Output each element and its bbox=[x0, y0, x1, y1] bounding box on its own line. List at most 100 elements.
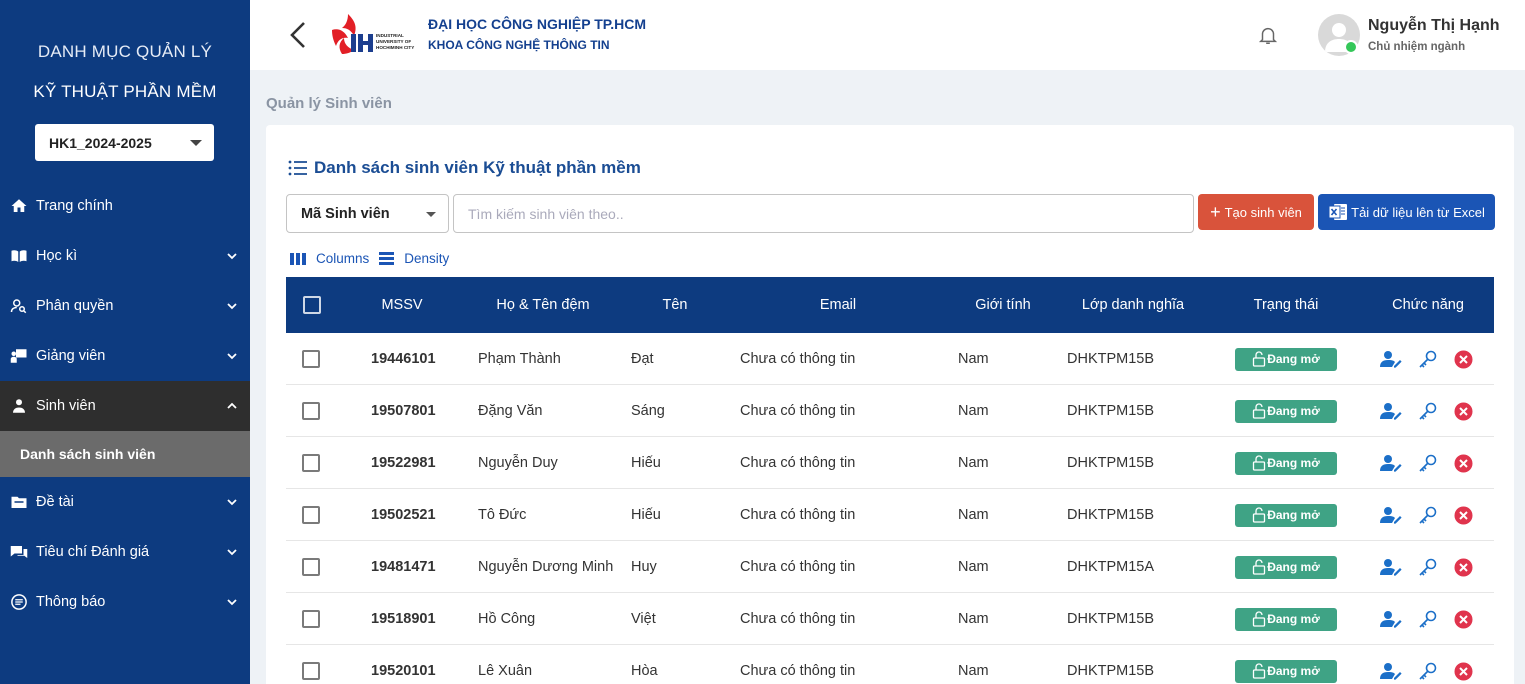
student-list-card: Danh sách sinh viên Kỹ thuật phần mềm Mã… bbox=[266, 125, 1514, 684]
plus-icon: + bbox=[1210, 202, 1221, 222]
column-header[interactable]: Giới tính bbox=[958, 277, 1048, 333]
svg-text:HOCHIMINH CITY: HOCHIMINH CITY bbox=[376, 45, 414, 50]
sidebar-item-label: Học kì bbox=[36, 248, 78, 264]
ten-cell: Việt bbox=[631, 611, 656, 627]
folder-icon bbox=[10, 493, 28, 511]
user-name[interactable]: Nguyễn Thị Hạnh bbox=[1368, 17, 1500, 35]
delete-icon[interactable] bbox=[1452, 556, 1474, 578]
sidebar-item-giang-vien[interactable]: Giảng viên bbox=[0, 331, 250, 381]
delete-icon[interactable] bbox=[1452, 608, 1474, 630]
status-cell: Đang mở bbox=[1235, 645, 1337, 684]
sidebar-item-trang-chinh[interactable]: Trang chính bbox=[0, 181, 250, 231]
delete-icon[interactable] bbox=[1452, 504, 1474, 526]
actions-cell bbox=[1380, 437, 1474, 489]
ho-ten-dem-cell: Nguyễn Duy bbox=[478, 455, 558, 471]
row-checkbox[interactable] bbox=[302, 350, 320, 368]
actions-cell bbox=[1380, 593, 1474, 645]
edit-user-icon[interactable] bbox=[1380, 608, 1402, 630]
sidebar-item-label: Thông báo bbox=[36, 594, 106, 610]
key-icon[interactable] bbox=[1417, 452, 1439, 474]
column-header[interactable]: Trạng thái bbox=[1226, 277, 1346, 333]
user-search-icon bbox=[10, 297, 28, 315]
status-badge[interactable]: Đang mở bbox=[1235, 607, 1337, 631]
sidebar-title-line2: KỸ THUẬT PHẦN MỀM bbox=[33, 82, 217, 101]
back-arrow-icon[interactable] bbox=[286, 20, 310, 50]
search-field-select[interactable]: Mã Sinh viên bbox=[286, 194, 449, 233]
column-header[interactable]: Email bbox=[760, 277, 916, 333]
status-label: Đang mở bbox=[1267, 352, 1320, 366]
delete-icon[interactable] bbox=[1452, 660, 1474, 682]
gioi-tinh-cell: Nam bbox=[958, 611, 989, 627]
sidebar-item-hoc-ki[interactable]: Học kì bbox=[0, 231, 250, 281]
edit-user-icon[interactable] bbox=[1380, 504, 1402, 526]
row-checkbox[interactable] bbox=[302, 506, 320, 524]
status-badge[interactable]: Đang mở bbox=[1235, 399, 1337, 423]
row-checkbox[interactable] bbox=[302, 454, 320, 472]
edit-user-icon[interactable] bbox=[1380, 348, 1402, 370]
delete-icon[interactable] bbox=[1452, 400, 1474, 422]
row-checkbox[interactable] bbox=[302, 402, 320, 420]
sidebar-item-phan-quyen[interactable]: Phân quyền bbox=[0, 281, 250, 331]
key-icon[interactable] bbox=[1417, 504, 1439, 526]
status-badge[interactable]: Đang mở bbox=[1235, 503, 1337, 527]
key-icon[interactable] bbox=[1417, 348, 1439, 370]
actions-cell bbox=[1380, 645, 1474, 684]
row-checkbox[interactable] bbox=[302, 558, 320, 576]
status-badge[interactable]: Đang mở bbox=[1235, 347, 1337, 371]
unlock-icon bbox=[1253, 611, 1266, 627]
chevron-down-icon bbox=[227, 599, 237, 606]
list-icon bbox=[288, 160, 307, 176]
column-header[interactable]: MSSV bbox=[362, 277, 442, 333]
column-header[interactable]: Lớp danh nghĩa bbox=[1066, 277, 1200, 333]
upload-excel-button[interactable]: Tải dữ liệu lên từ Excel bbox=[1318, 194, 1495, 230]
edit-user-icon[interactable] bbox=[1380, 400, 1402, 422]
status-badge[interactable]: Đang mở bbox=[1235, 451, 1337, 475]
lop-cell: DHKTPM15B bbox=[1067, 403, 1155, 419]
table-header: MSSV Họ & Tên đệm Tên Email Giới tính Lớ… bbox=[286, 277, 1494, 333]
ho-ten-dem-cell: Phạm Thành bbox=[478, 351, 561, 367]
row-checkbox[interactable] bbox=[302, 610, 320, 628]
row-checkbox[interactable] bbox=[302, 662, 320, 680]
email-cell: Chưa có thông tin bbox=[740, 455, 856, 471]
key-icon[interactable] bbox=[1417, 556, 1439, 578]
key-icon[interactable] bbox=[1417, 660, 1439, 682]
sidebar-item-thong-bao[interactable]: Thông báo bbox=[0, 577, 250, 627]
bell-icon[interactable] bbox=[1257, 24, 1279, 46]
page-title: Danh sách sinh viên Kỹ thuật phần mềm bbox=[288, 158, 641, 178]
row-select-cell bbox=[302, 333, 320, 385]
status-badge[interactable]: Đang mở bbox=[1235, 555, 1337, 579]
columns-button[interactable]: Columns bbox=[290, 251, 369, 266]
column-header[interactable]: Họ & Tên đệm bbox=[468, 277, 618, 333]
edit-user-icon[interactable] bbox=[1380, 660, 1402, 682]
key-icon[interactable] bbox=[1417, 608, 1439, 630]
create-student-button[interactable]: + Tạo sinh viên bbox=[1198, 194, 1314, 230]
sidebar-subitem-danh-sach-sinh-vien[interactable]: Danh sách sinh viên bbox=[0, 431, 250, 477]
delete-icon[interactable] bbox=[1452, 348, 1474, 370]
email-cell: Chưa có thông tin bbox=[740, 559, 856, 575]
ho-ten-dem-cell: Đặng Văn bbox=[478, 403, 543, 419]
status-cell: Đang mở bbox=[1235, 541, 1337, 593]
select-all-checkbox[interactable] bbox=[303, 296, 321, 314]
semester-select[interactable]: HK1_2024-2025 bbox=[35, 124, 214, 161]
density-button[interactable]: Density bbox=[379, 251, 449, 266]
sidebar-item-tieu-chi[interactable]: Tiêu chí Đánh giá bbox=[0, 527, 250, 577]
column-header[interactable]: Chức năng bbox=[1370, 277, 1486, 333]
lop-cell: DHKTPM15B bbox=[1067, 455, 1155, 471]
key-icon[interactable] bbox=[1417, 400, 1439, 422]
edit-user-icon[interactable] bbox=[1380, 452, 1402, 474]
lop-cell: DHKTPM15B bbox=[1067, 507, 1155, 523]
edit-user-icon[interactable] bbox=[1380, 556, 1402, 578]
table-row: 19522981 Nguyễn Duy Hiếu Chưa có thông t… bbox=[286, 437, 1494, 489]
search-input[interactable] bbox=[453, 194, 1194, 233]
sidebar-item-de-tai[interactable]: Đề tài bbox=[0, 477, 250, 527]
breadcrumb: Quản lý Sinh viên bbox=[266, 95, 392, 112]
delete-icon[interactable] bbox=[1452, 452, 1474, 474]
sidebar-item-sinh-vien[interactable]: Sinh viên bbox=[0, 381, 250, 431]
gioi-tinh-cell: Nam bbox=[958, 507, 989, 523]
status-badge[interactable]: Đang mở bbox=[1235, 659, 1337, 683]
unlock-icon bbox=[1253, 351, 1266, 367]
ten-cell: Hiếu bbox=[631, 455, 661, 471]
column-header[interactable]: Tên bbox=[638, 277, 712, 333]
unlock-icon bbox=[1253, 663, 1266, 679]
email-cell: Chưa có thông tin bbox=[740, 403, 856, 419]
